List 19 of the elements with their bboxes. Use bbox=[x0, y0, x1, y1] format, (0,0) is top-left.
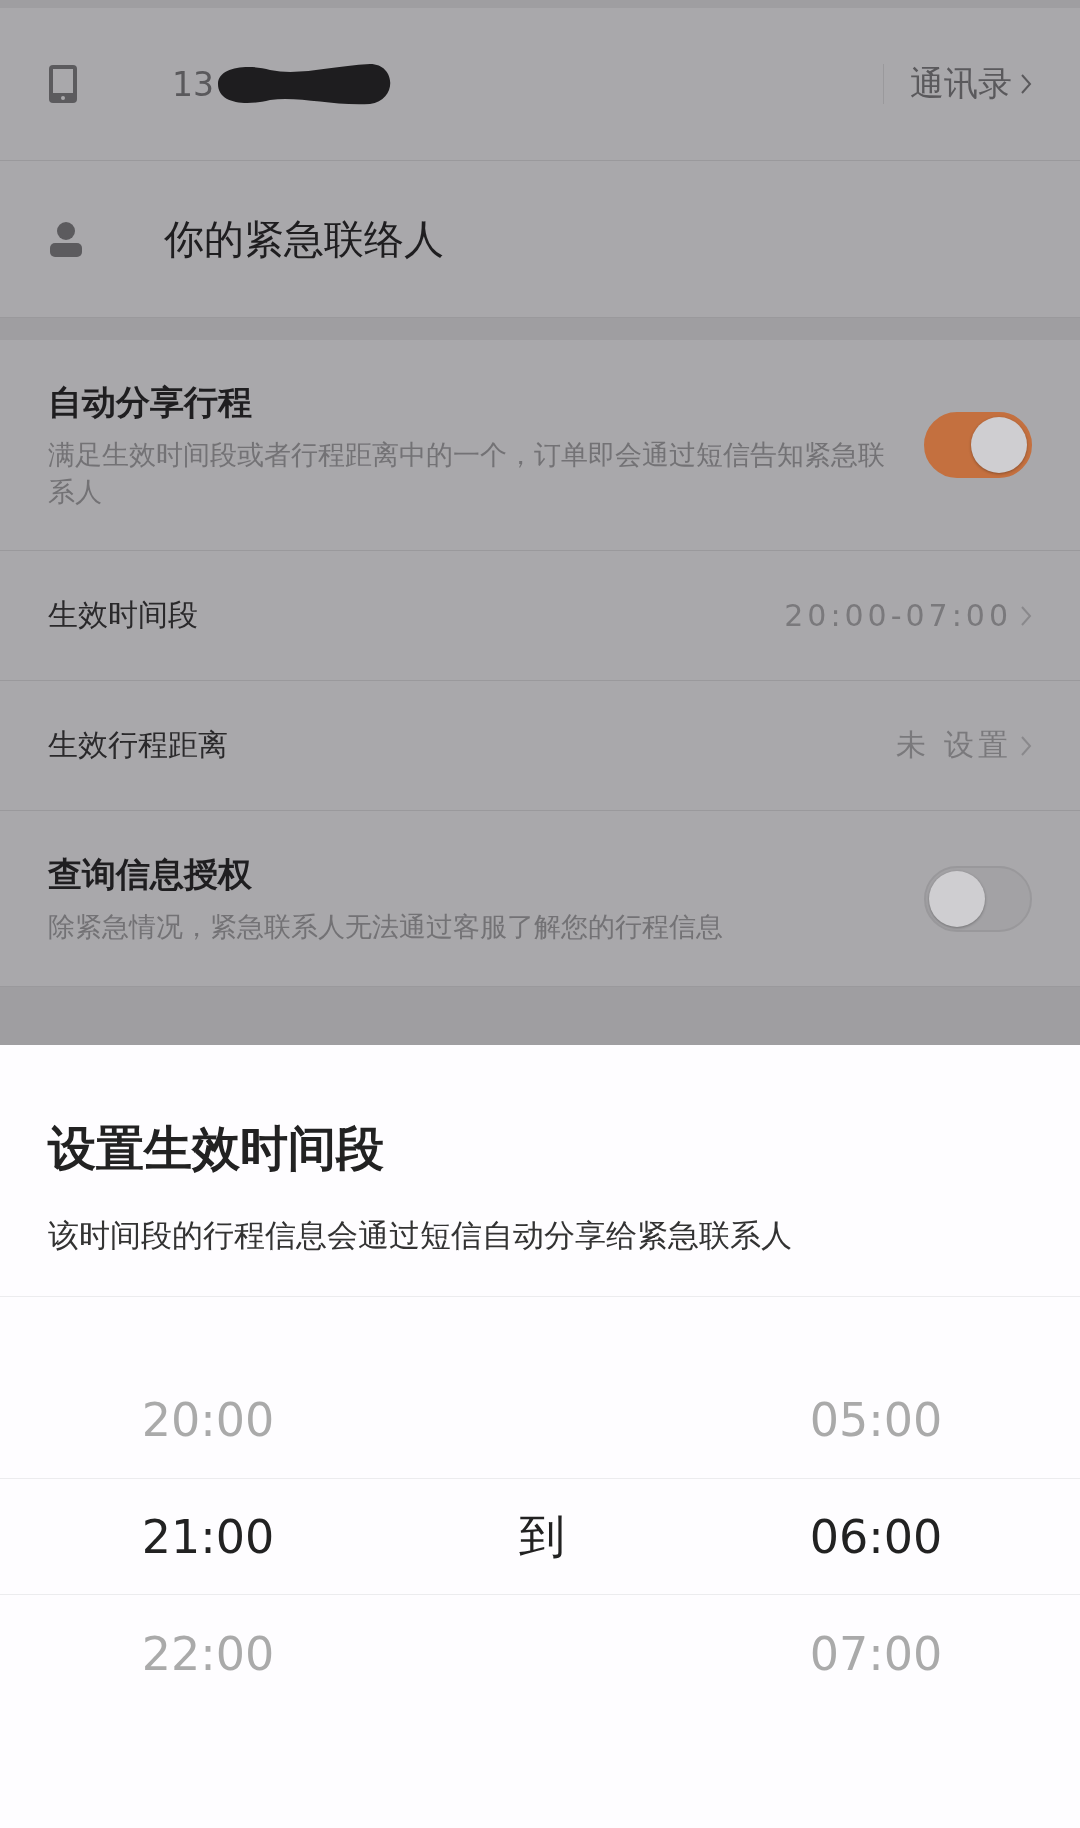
emergency-contact-label: 你的紧急联络人 bbox=[164, 214, 444, 264]
range-separator: 到 bbox=[519, 1507, 565, 1565]
end-time-option[interactable]: 06:00 bbox=[806, 1509, 946, 1564]
sheet-subtitle: 该时间段的行程信息会通过短信自动分享给紧急联系人 bbox=[48, 1216, 793, 1255]
start-time-option[interactable]: 20:00 bbox=[138, 1392, 278, 1447]
setting-label: 生效行程距离 bbox=[48, 726, 229, 764]
contacts-link[interactable]: 通讯录 bbox=[910, 61, 1012, 107]
start-time-option[interactable]: 22:00 bbox=[138, 1626, 278, 1681]
phone-number: 13 bbox=[172, 64, 214, 104]
end-time-option[interactable]: 05:00 bbox=[806, 1392, 946, 1447]
setting-title: 自动分享行程 bbox=[48, 381, 253, 424]
end-time-option[interactable]: 07:00 bbox=[806, 1626, 946, 1681]
phone-icon bbox=[48, 64, 78, 104]
chevron-icon bbox=[1020, 72, 1032, 96]
person-icon bbox=[48, 221, 84, 257]
sheet-title: 设置生效时间段 bbox=[48, 1119, 385, 1178]
start-time-option[interactable]: 21:00 bbox=[138, 1509, 278, 1564]
setting-title: 查询信息授权 bbox=[48, 853, 253, 896]
setting-label: 生效时间段 bbox=[48, 596, 199, 634]
